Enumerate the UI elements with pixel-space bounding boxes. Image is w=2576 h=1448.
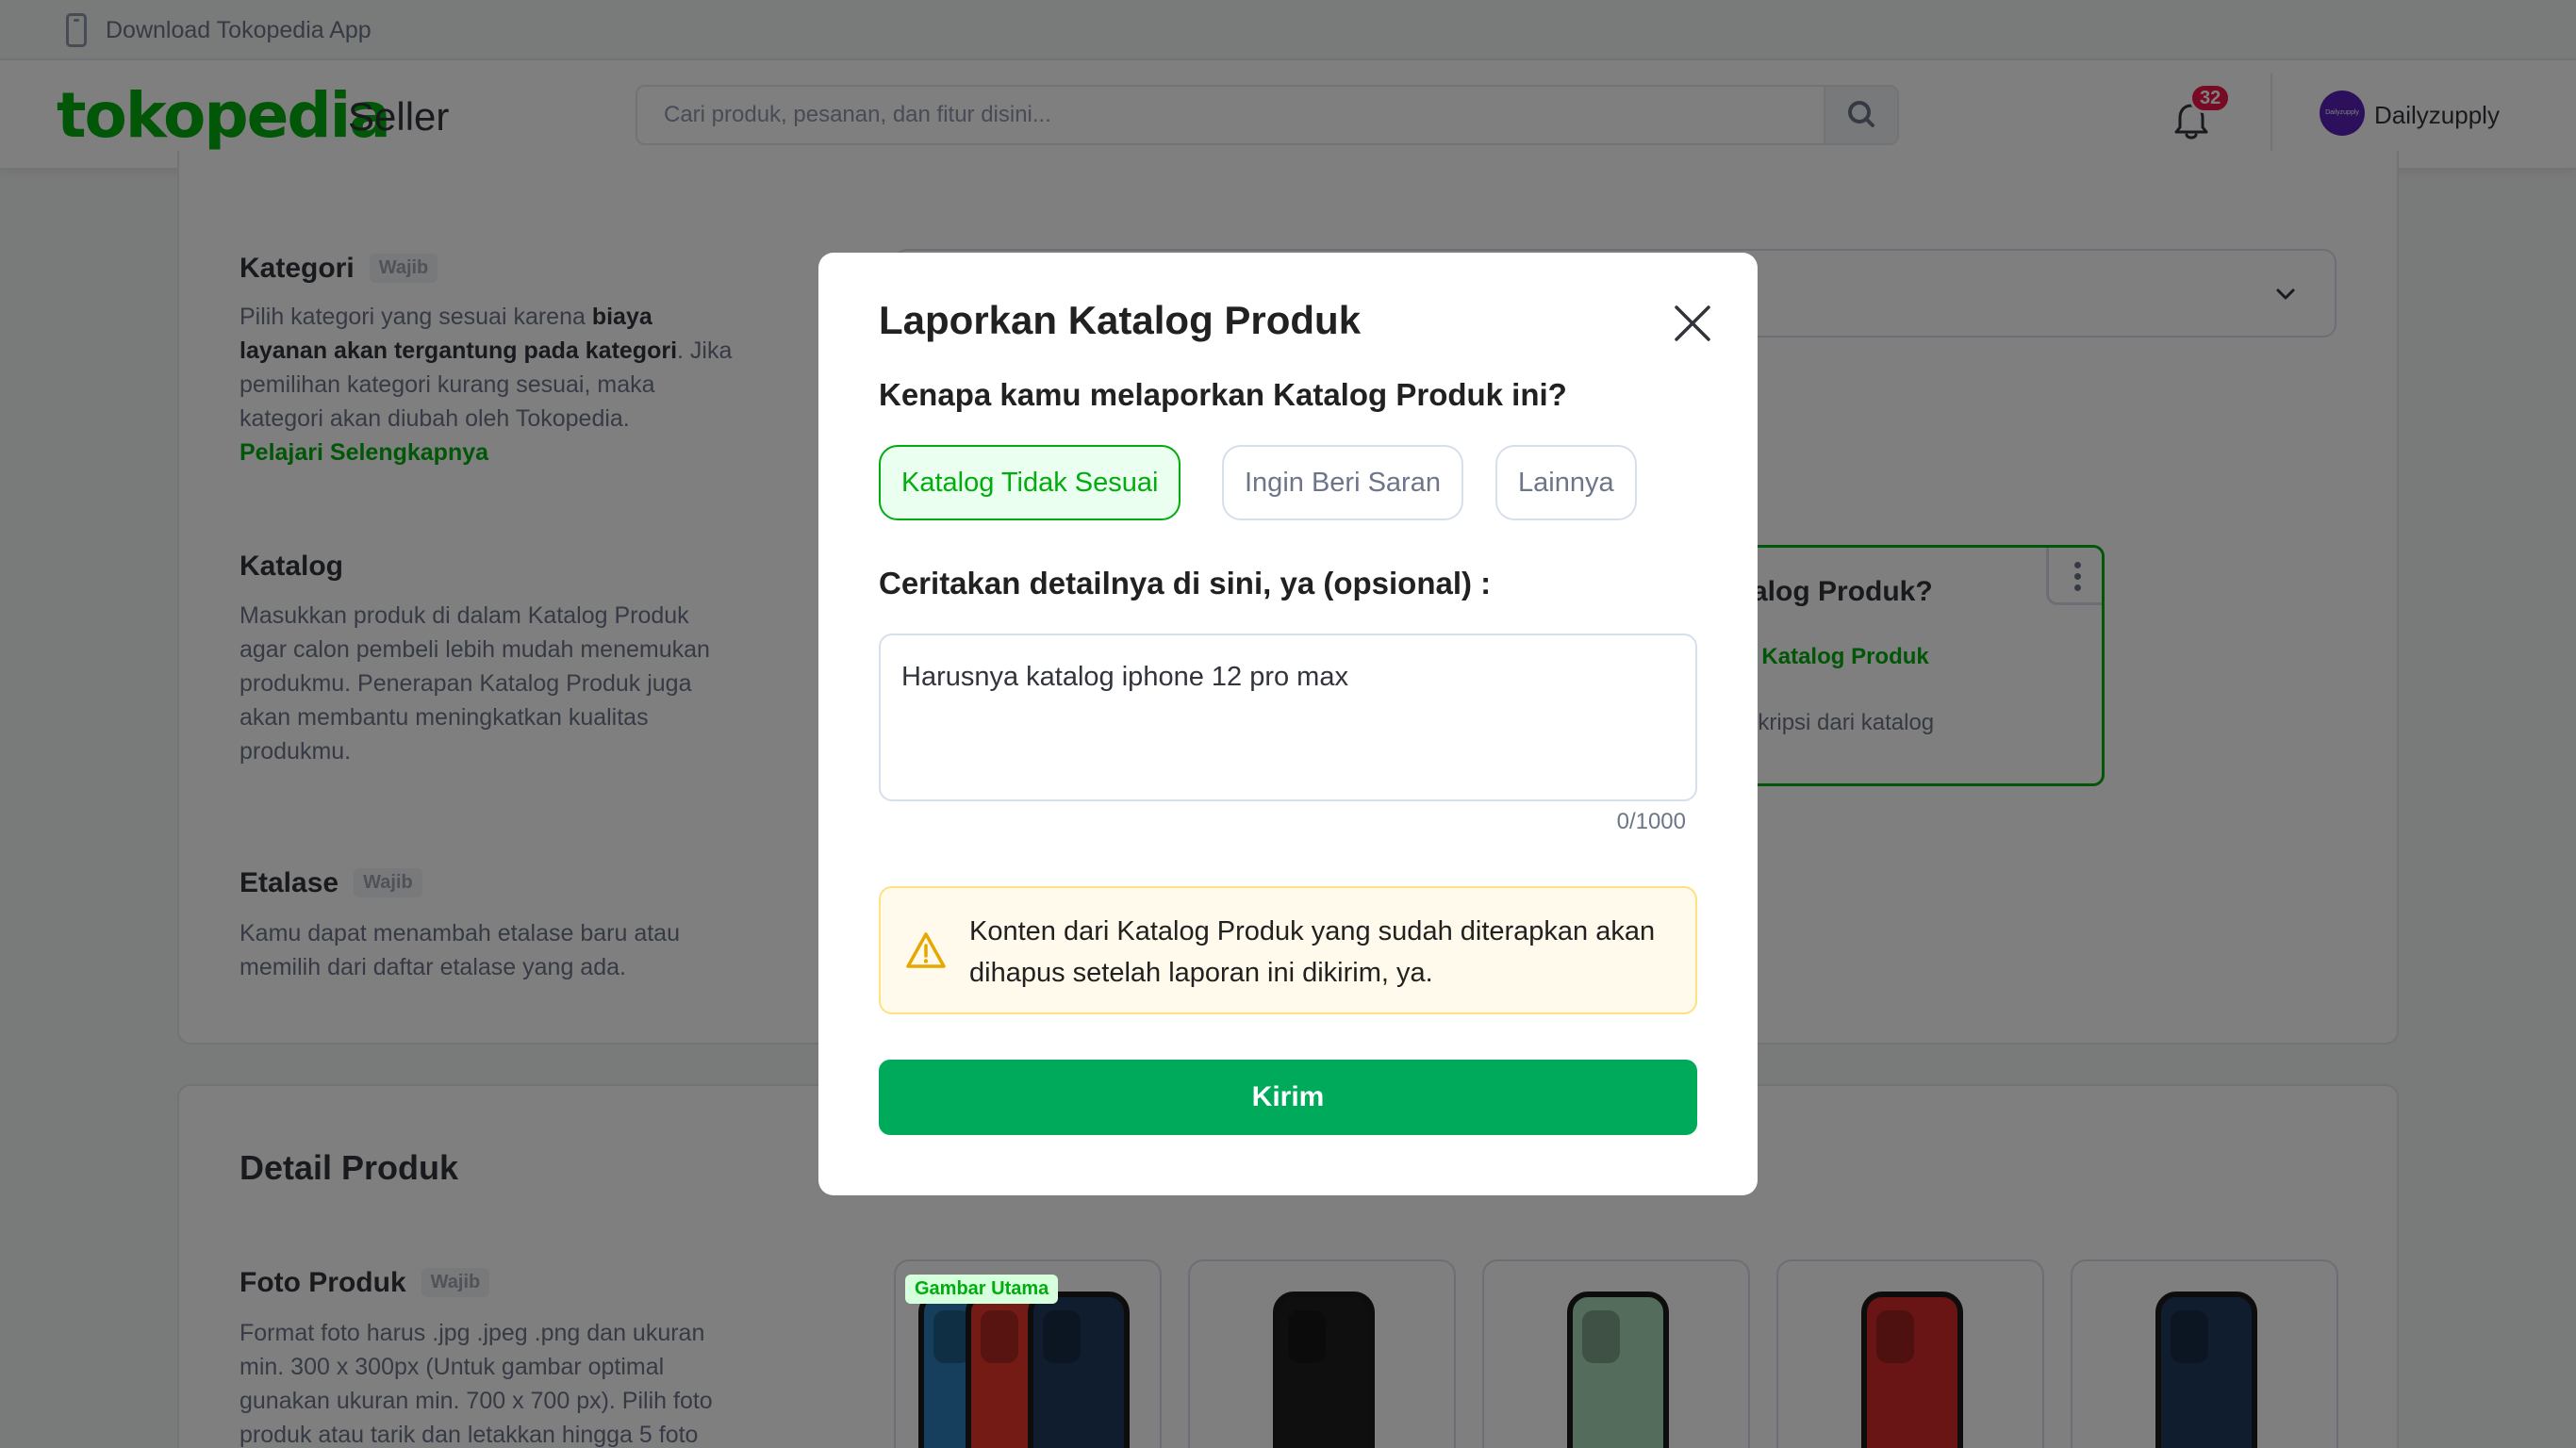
warning-triangle-icon (906, 932, 946, 968)
detail-textarea[interactable] (879, 634, 1697, 801)
reason-chip-katalog-tidak-sesuai[interactable]: Katalog Tidak Sesuai (879, 445, 1181, 520)
modal-title: Laporkan Katalog Produk (879, 298, 1362, 342)
report-reason-question: Kenapa kamu melaporkan Katalog Produk in… (879, 377, 1567, 412)
detail-label: Ceritakan detailnya di sini, ya (opsiona… (879, 566, 1492, 601)
warning-box: Konten dari Katalog Produk yang sudah di… (879, 886, 1697, 1014)
char-counter: 0/1000 (1616, 809, 1686, 834)
reason-chip-lainnya[interactable]: Lainnya (1495, 445, 1637, 520)
main-image-tag: Gambar Utama (905, 1275, 1059, 1304)
warning-text: Konten dari Katalog Produk yang sudah di… (969, 916, 1656, 988)
report-catalog-modal: Laporkan Katalog Produk Kenapa kamu mela… (818, 253, 1758, 1195)
reason-chip-ingin-beri-saran[interactable]: Ingin Beri Saran (1222, 445, 1463, 520)
submit-report-button[interactable]: Kirim (879, 1060, 1697, 1135)
close-icon[interactable] (1667, 298, 1718, 349)
